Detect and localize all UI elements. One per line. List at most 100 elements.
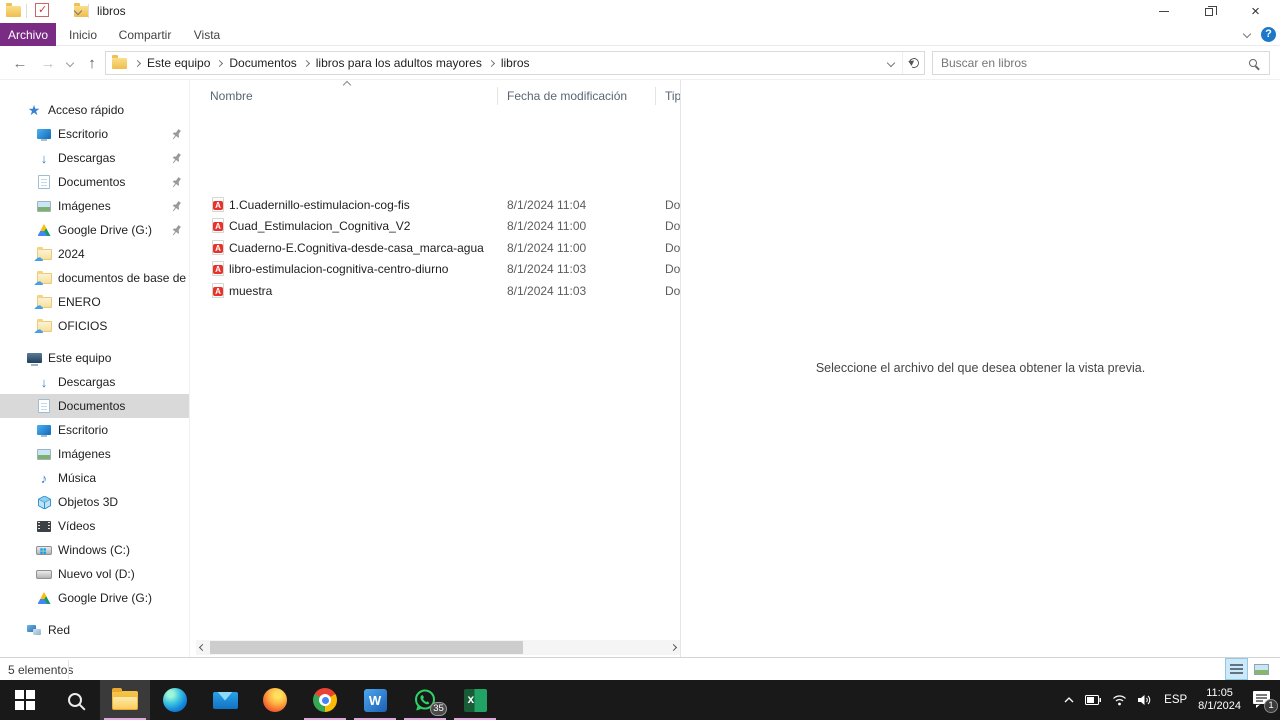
search-icon[interactable] [1249, 59, 1257, 67]
maximize-button[interactable] [1186, 0, 1231, 23]
pin-icon [172, 225, 181, 236]
close-button[interactable]: × [1233, 0, 1278, 23]
sidebar-item-enero[interactable]: ENERO [0, 290, 189, 314]
minimize-button[interactable] [1141, 0, 1186, 23]
sidebar-item-objetos-3d[interactable]: Objetos 3D [0, 490, 189, 514]
sidebar-item-nuevo-vol-d[interactable]: Nuevo vol (D:) [0, 562, 189, 586]
taskbar-edge[interactable] [150, 680, 200, 720]
picture-icon [37, 200, 51, 212]
pdf-icon [212, 261, 224, 276]
details-view-icon [1230, 664, 1243, 674]
sidebar-item-google-drive[interactable]: Google Drive (G:) [0, 586, 189, 610]
taskbar-file-explorer[interactable] [100, 680, 150, 720]
sidebar-section-este-equipo[interactable]: Este equipo [0, 346, 189, 370]
location-folder-icon [112, 54, 127, 69]
sidebar-item-imagenes[interactable]: Imágenes [0, 442, 189, 466]
column-header-nombre[interactable]: Nombre [210, 89, 253, 103]
scroll-right-icon[interactable] [667, 640, 680, 655]
breadcrumb-libros-adultos[interactable]: libros para los adultos mayores [309, 56, 489, 70]
sidebar-item-descargas-qa[interactable]: ↓ Descargas [0, 146, 189, 170]
taskbar: 35 ESP 11:05 8/1/2024 1 [0, 680, 1280, 720]
picture-icon [37, 448, 51, 460]
forward-button[interactable]: → [36, 46, 60, 80]
sidebar-item-documentos-qa[interactable]: Documentos [0, 170, 189, 194]
film-icon [37, 520, 51, 532]
preview-message: Seleccione el archivo del que desea obte… [815, 361, 1146, 375]
column-header-fecha[interactable]: Fecha de modificación [507, 89, 627, 103]
details-view-button[interactable] [1225, 658, 1248, 680]
column-header-tipo[interactable]: Tipo [665, 89, 680, 103]
taskbar-word[interactable] [350, 680, 400, 720]
help-icon[interactable]: ? [1261, 27, 1276, 42]
action-center-button[interactable]: 1 [1252, 690, 1278, 713]
thumbnail-view-icon [1254, 663, 1269, 675]
tray-expand-icon[interactable] [1064, 697, 1074, 703]
battery-icon[interactable] [1085, 695, 1102, 705]
tab-vista[interactable]: Vista [180, 23, 234, 46]
tab-archivo[interactable]: Archivo [0, 23, 56, 46]
file-row[interactable]: libro-estimulacion-cognitiva-centro-diur… [190, 258, 680, 279]
close-icon: × [1251, 3, 1260, 20]
breadcrumb-libros[interactable]: libros [494, 56, 537, 70]
volume-icon[interactable] [1138, 694, 1153, 706]
file-row[interactable]: 1.Cuadernillo-estimulacion-cog-fis 8/1/2… [190, 194, 680, 215]
scroll-left-icon[interactable] [196, 640, 209, 655]
sidebar-item-escritorio-pc[interactable]: Escritorio [0, 418, 189, 442]
sidebar-item-descargas[interactable]: ↓ Descargas [0, 370, 189, 394]
qat-checkbox-icon[interactable] [35, 3, 49, 17]
start-button[interactable] [0, 680, 50, 720]
preview-pane: Seleccione el archivo del que desea obte… [680, 80, 1280, 657]
refresh-icon [907, 56, 920, 70]
address-dropdown-button[interactable] [880, 52, 902, 74]
refresh-button[interactable] [902, 52, 924, 74]
file-row[interactable]: muestra 8/1/2024 11:03 Do [190, 280, 680, 301]
taskbar-search-button[interactable] [50, 680, 100, 720]
address-bar[interactable]: Este equipo Documentos libros para los a… [105, 51, 925, 75]
search-input[interactable] [933, 56, 1249, 70]
sidebar-item-musica[interactable]: ♪ Música [0, 466, 189, 490]
taskbar-firefox[interactable] [250, 680, 300, 720]
sidebar-item-2024[interactable]: 2024 [0, 242, 189, 266]
up-button[interactable]: ↑ [80, 46, 104, 80]
ribbon-expand-icon[interactable] [1242, 29, 1252, 39]
sidebar-item-imagenes-qa[interactable]: Imágenes [0, 194, 189, 218]
taskbar-mail[interactable] [200, 680, 250, 720]
sidebar-item-documentos-base[interactable]: documentos de base de c [0, 266, 189, 290]
taskbar-excel[interactable] [450, 680, 500, 720]
cube-icon [37, 495, 51, 509]
language-indicator[interactable]: ESP [1164, 694, 1187, 706]
taskbar-whatsapp[interactable]: 35 [400, 680, 450, 720]
tab-compartir[interactable]: Compartir [110, 23, 180, 46]
breadcrumb-este-equipo[interactable]: Este equipo [140, 56, 217, 70]
sidebar-item-videos[interactable]: Vídeos [0, 514, 189, 538]
sidebar-section-red[interactable]: Red [0, 618, 189, 642]
excel-icon [463, 688, 487, 712]
back-button[interactable]: ← [8, 46, 32, 80]
restore-icon [1204, 5, 1217, 16]
file-row[interactable]: Cuad_Estimulacion_Cognitiva_V2 8/1/2024 … [190, 215, 680, 236]
search-box[interactable] [932, 51, 1270, 75]
sidebar-item-oficios[interactable]: OFICIOS [0, 314, 189, 338]
pdf-icon [212, 218, 224, 233]
horizontal-scrollbar[interactable] [196, 640, 680, 655]
sidebar-item-escritorio[interactable]: Escritorio [0, 122, 189, 146]
pdf-icon [212, 197, 224, 212]
breadcrumb-documentos[interactable]: Documentos [222, 56, 303, 70]
document-icon [38, 399, 50, 413]
scrollbar-thumb[interactable] [210, 641, 523, 654]
thumbnail-view-button[interactable] [1250, 658, 1273, 680]
taskbar-chrome[interactable] [300, 680, 350, 720]
tab-inicio[interactable]: Inicio [56, 23, 110, 46]
clock[interactable]: 11:05 8/1/2024 [1198, 687, 1241, 713]
sidebar-item-windows-c[interactable]: Windows (C:) [0, 538, 189, 562]
wifi-icon[interactable] [1112, 694, 1127, 706]
document-icon [38, 175, 50, 189]
word-icon [363, 688, 387, 712]
sidebar-item-google-drive-qa[interactable]: Google Drive (G:) [0, 218, 189, 242]
sidebar-section-quick-access[interactable]: ★ Acceso rápido [0, 98, 189, 122]
sidebar-item-documentos[interactable]: Documentos [0, 394, 189, 418]
file-row[interactable]: Cuaderno-E.Cognitiva-desde-casa_marca-ag… [190, 237, 680, 258]
status-bar: 5 elementos [0, 657, 1280, 680]
computer-icon [26, 353, 42, 366]
recent-locations-icon[interactable] [62, 46, 78, 80]
